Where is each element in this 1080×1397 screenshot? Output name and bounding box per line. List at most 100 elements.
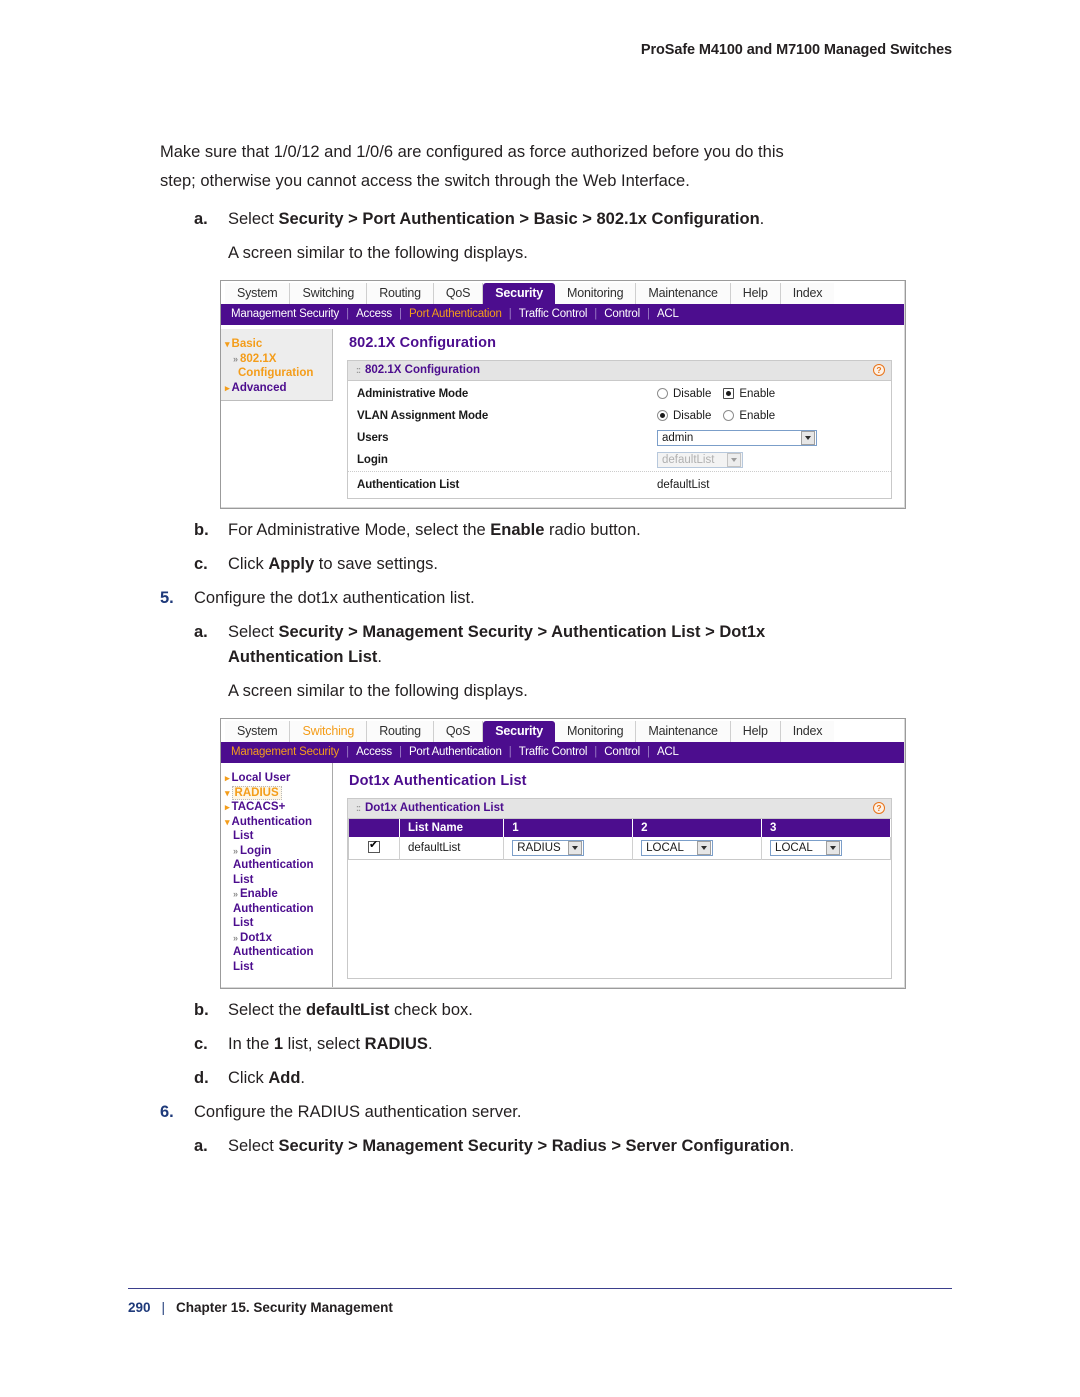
s1-label-authentication-list: Authentication List [357,478,460,491]
s1-subnav-port-authentication[interactable]: Port Authentication [402,308,509,320]
step5a-prefix: Select [228,623,279,641]
s2-panel: :: Dot1x Authentication List ? List Name… [347,798,892,979]
s2-sidebar-item-local-user[interactable]: ▸ Local User [225,771,330,786]
s1-value-administrative-mode: Disable Enable [657,388,883,400]
s1-radio-label: Enable [739,409,776,422]
s1-radio-admin-disable[interactable]: Disable [657,388,711,400]
help-icon[interactable]: ? [873,364,885,376]
s2-subnav-management-security[interactable]: Management Security [229,746,346,758]
step6a-suffix: . [789,1137,795,1155]
s2-tab-qos[interactable]: QoS [433,721,484,742]
s2-sidebar-item-dot1x-auth-list[interactable]: List [225,960,330,975]
s1-select-users[interactable]: admin [657,429,817,446]
s1-label-administrative-mode: Administrative Mode [357,387,469,400]
s1-select-login-value: defaultList [662,453,715,466]
s2-subnav-acl[interactable]: ACL [650,746,686,758]
s2-sidebar-item-dot1x-auth[interactable]: Authentication [225,945,330,960]
chevron-down-icon: ▾ [225,339,230,349]
list-item-6: 6. Configure the RADIUS authentication s… [160,1091,960,1125]
s1-subnav-traffic-control[interactable]: Traffic Control [512,308,595,320]
s1-tab-maintenance[interactable]: Maintenance [636,283,731,304]
s1-tab-routing[interactable]: Routing [367,283,434,304]
s2-subnav-traffic-control[interactable]: Traffic Control [512,746,595,758]
s1-row-administrative-mode: Administrative Mode Disable Enable [348,383,891,405]
s1-subnav-management-security[interactable]: Management Security [229,308,346,320]
s1-sidebar: ▾ Basic » 802.1X Configuration ▸ Advanced [221,329,333,401]
s2-sidebar-item-enable-auth[interactable]: Authentication [225,902,330,917]
s1-tab-qos[interactable]: QoS [433,283,484,304]
s2-tab-system[interactable]: System [225,721,291,742]
checkbox-icon-checked[interactable] [368,839,380,853]
s1-panel-header: :: 802.1X Configuration ? [348,361,891,381]
s1-label-vlan-assignment-mode: VLAN Assignment Mode [357,409,489,422]
s2-subnav-control[interactable]: Control [597,746,647,758]
s2-select-method-3[interactable]: LOCAL [770,840,843,856]
step4b-emphasis: Enable [490,521,545,539]
s2-sidebar-item-authentication[interactable]: ▾ Authentication [225,815,330,830]
s2-sidebar-item-login[interactable]: » Login [225,844,330,859]
list-marker: c. [194,1035,208,1053]
table-row: defaultList RADIUS LOCAL [348,837,891,860]
s2-sidebar-item-dot1x[interactable]: » Dot1x [225,931,330,946]
s1-sidebar-item-advanced[interactable]: ▸ Advanced [225,381,330,396]
s1-tab-security[interactable]: Security [483,283,556,304]
s1-radio-vlan-disable[interactable]: Disable [657,410,711,422]
s2-sidebar-item-authentication-list-cont[interactable]: List [225,829,330,844]
s1-radio-admin-enable[interactable]: Enable [723,388,775,400]
s2-tab-index[interactable]: Index [780,721,835,742]
s1-radio-vlan-enable[interactable]: Enable [723,410,775,422]
chevron-right-icon: » [233,353,239,364]
step5c-suffix: . [427,1035,433,1053]
screenshot-802-1x-configuration: System Switching Routing QoS Security Mo… [220,280,906,509]
list-item-5c: c. In the 1 list, select RADIUS. [194,1023,960,1057]
s2-sidebar-item-login-auth[interactable]: Authentication [225,858,330,873]
list-text: Click Apply to save settings. [228,552,438,577]
s2-sidebar-item-radius[interactable]: ▾ RADIUS [225,785,330,801]
s1-subnav-access[interactable]: Access [349,308,399,320]
s2-tab-maintenance[interactable]: Maintenance [636,721,731,742]
s1-label-users: Users [357,431,389,444]
s1-tab-help[interactable]: Help [730,283,781,304]
step5b-emphasis: defaultList [305,1001,390,1019]
s1-authentication-list-value: defaultList [657,478,710,491]
list-text: Click Add. [228,1066,305,1091]
s2-tab-help[interactable]: Help [730,721,781,742]
s1-sidebar-item-basic[interactable]: ▾ Basic [225,337,330,352]
step4a-menu-path: Security > Port Authentication > Basic >… [278,210,760,228]
s1-tab-index[interactable]: Index [780,283,835,304]
s2-sidebar-label: TACACS+ [231,801,286,813]
s2-select-method-2[interactable]: LOCAL [641,840,714,856]
s2-tab-switching[interactable]: Switching [290,721,368,742]
s1-radio-label: Enable [739,387,776,400]
s2-sidebar-item-login-auth-list[interactable]: List [225,873,330,888]
s2-tab-security[interactable]: Security [483,721,556,742]
s2-subnav-port-authentication[interactable]: Port Authentication [402,746,509,758]
s2-sidebar-item-enable-auth-list[interactable]: List [225,916,330,931]
s2-sidebar-item-enable[interactable]: » Enable [225,887,330,902]
radio-icon-selected [657,410,668,421]
s2-cell-select[interactable] [348,837,400,860]
list-item-4b: b. For Administrative Mode, select the E… [194,509,960,543]
s2-tab-monitoring[interactable]: Monitoring [555,721,637,742]
chevron-right-icon: » [233,889,239,899]
s1-sidebar-label: Basic [231,338,263,350]
s1-tab-monitoring[interactable]: Monitoring [555,283,637,304]
s1-tab-switching[interactable]: Switching [290,283,368,304]
s1-sidebar-label: Configuration [238,367,314,379]
s2-select-method-1-value: RADIUS [517,842,561,854]
s1-sidebar-item-configuration[interactable]: Configuration [225,366,330,381]
s1-tab-system[interactable]: System [225,283,291,304]
step5a-suffix: . [377,648,383,666]
s2-select-method-1[interactable]: RADIUS [512,840,585,856]
chevron-right-icon: ▸ [225,802,230,812]
s1-subnav-acl[interactable]: ACL [650,308,686,320]
s2-tab-routing[interactable]: Routing [367,721,434,742]
s2-cell-col1: RADIUS [503,837,634,860]
list-text: Configure the RADIUS authentication serv… [194,1103,522,1121]
s1-sidebar-item-8021x[interactable]: » 802.1X [225,352,330,367]
s1-subnav-control[interactable]: Control [597,308,647,320]
s2-sidebar-item-tacacs[interactable]: ▸ TACACS+ [225,800,330,815]
help-icon[interactable]: ? [873,802,885,814]
s2-subnav-access[interactable]: Access [349,746,399,758]
s2-sidebar-label: List [233,917,254,929]
